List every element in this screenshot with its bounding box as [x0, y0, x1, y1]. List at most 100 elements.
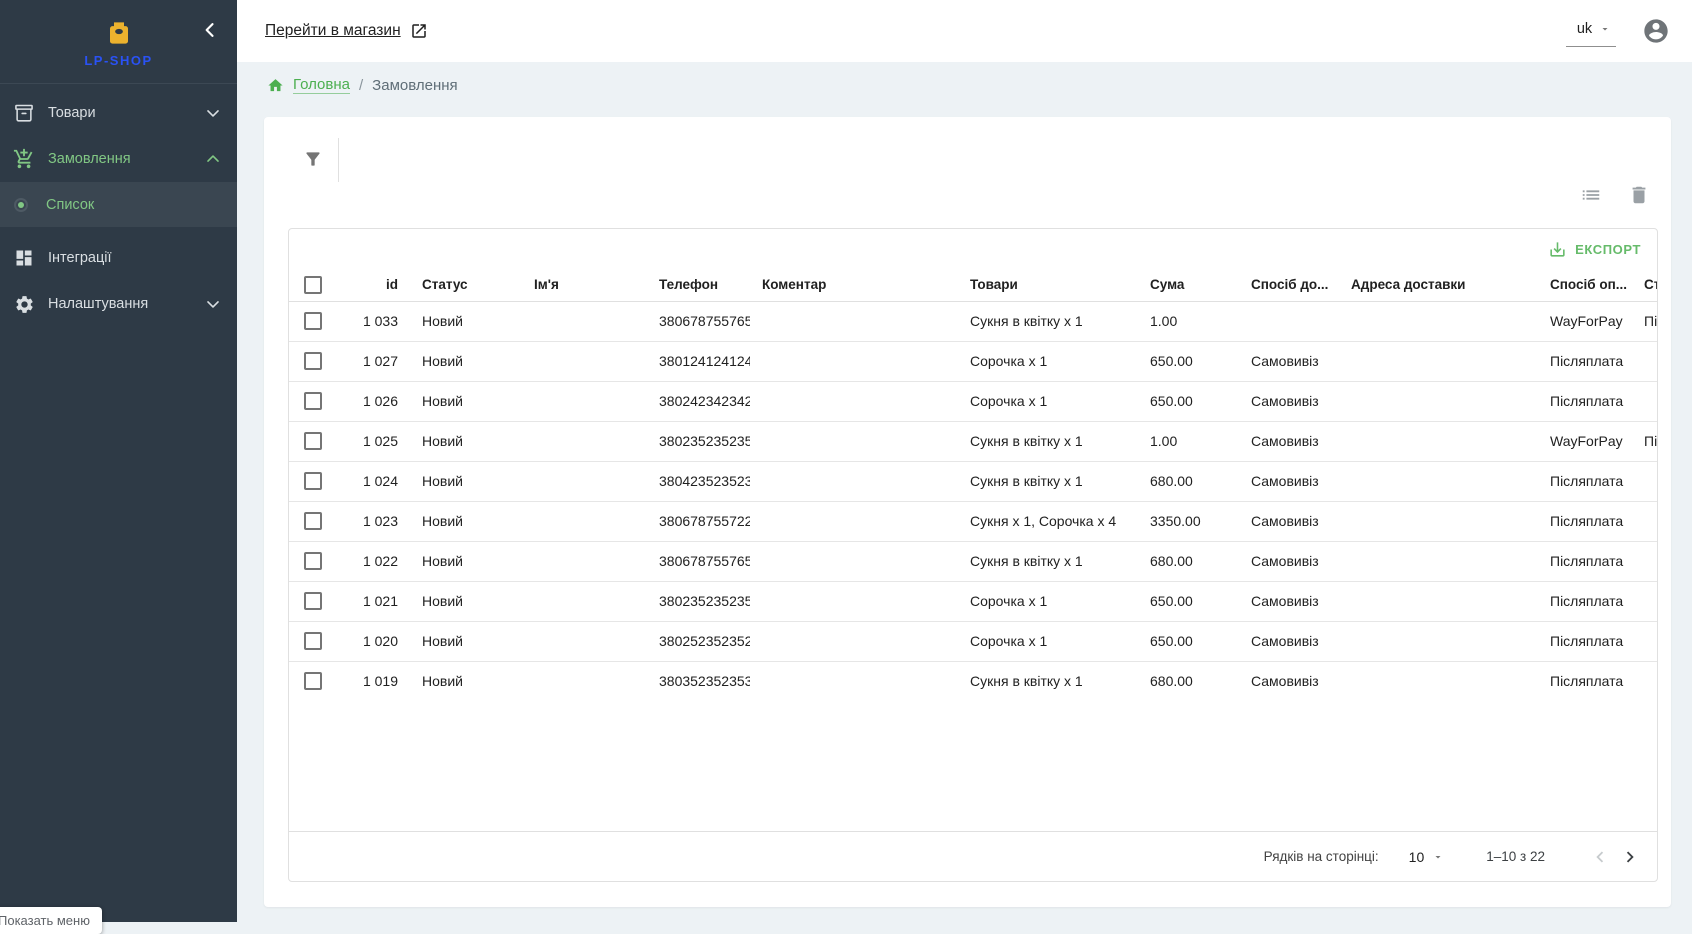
header-goods[interactable]: Товари	[958, 269, 1138, 301]
shopping-bag-logo-icon	[104, 18, 134, 48]
row-checkbox[interactable]	[304, 472, 322, 490]
cell-delivery-method: Самовивіз	[1239, 581, 1339, 621]
cell-goods: Сорочка x 1	[958, 581, 1138, 621]
table-header-row: id Статус Ім'я Телефон Коментар Товари С…	[289, 269, 1657, 301]
row-checkbox[interactable]	[304, 592, 322, 610]
collapse-sidebar-button[interactable]	[195, 15, 225, 45]
cell-delivery-address	[1339, 501, 1538, 541]
cell-goods: Сукня x 1, Сорочка x 4	[958, 501, 1138, 541]
row-checkbox[interactable]	[304, 552, 322, 570]
cell-delivery-address	[1339, 421, 1538, 461]
export-button[interactable]: ЕКСПОРТ	[1540, 236, 1649, 263]
cell-status: Новий	[410, 501, 522, 541]
sidebar-item-integrations[interactable]: Інтеграції	[0, 235, 237, 281]
chevron-down-icon	[203, 103, 223, 123]
table-row[interactable]: 1 024 Новий 380423523523 Сукня в квітку …	[289, 461, 1657, 501]
row-checkbox[interactable]	[304, 352, 322, 370]
filter-funnel-icon	[303, 149, 323, 169]
cell-comment	[750, 461, 958, 501]
filter-button[interactable]	[300, 146, 326, 172]
cell-delivery-method: Самовивіз	[1239, 341, 1339, 381]
header-delivery-address[interactable]: Адреса доставки	[1339, 269, 1538, 301]
cell-name	[522, 661, 647, 701]
content-panel: ЕКСПОРТ id	[264, 117, 1671, 907]
table-row[interactable]: 1 027 Новий 380124124124 Сорочка x 1 650…	[289, 341, 1657, 381]
table-row[interactable]: 1 022 Новий 380678755765 Сукня в квітку …	[289, 541, 1657, 581]
breadcrumb-home-link[interactable]: Головна	[293, 76, 350, 94]
sidebar-item-orders[interactable]: Замовлення	[0, 136, 237, 182]
avatar[interactable]	[1642, 17, 1670, 45]
cell-comment	[750, 621, 958, 661]
cell-id: 1 033	[337, 301, 410, 341]
header-status[interactable]: Статус	[410, 269, 522, 301]
language-select[interactable]: uk	[1566, 15, 1616, 47]
box-icon	[12, 101, 36, 125]
cell-id: 1 027	[337, 341, 410, 381]
header-id[interactable]: id	[337, 269, 410, 301]
cell-sum: 680.00	[1138, 661, 1239, 701]
cell-payment-status	[1632, 381, 1657, 421]
cell-delivery-address	[1339, 301, 1538, 341]
app-root: LP-SHOP Товари	[0, 0, 1692, 922]
table-row[interactable]: 1 021 Новий 380235235235 Сорочка x 1 650…	[289, 581, 1657, 621]
cell-delivery-address	[1339, 341, 1538, 381]
filter-divider	[338, 138, 339, 182]
cell-status: Новий	[410, 341, 522, 381]
next-page-button[interactable]	[1615, 842, 1645, 872]
cell-status: Новий	[410, 421, 522, 461]
store-link[interactable]: Перейти в магазин	[265, 22, 428, 40]
sidebar-item-products[interactable]: Товари	[0, 90, 237, 136]
cell-sum: 1.00	[1138, 301, 1239, 341]
cart-plus-icon	[12, 147, 36, 171]
list-view-button[interactable]	[1580, 184, 1602, 206]
cell-delivery-method: Самовивіз	[1239, 421, 1339, 461]
grid-icon	[12, 246, 36, 270]
person-circle-icon	[1642, 17, 1670, 45]
main-area: Перейти в магазин uk	[237, 0, 1692, 922]
rows-per-page-label: Рядків на сторінці:	[1264, 849, 1379, 864]
cell-payment-status	[1632, 501, 1657, 541]
delete-button[interactable]	[1628, 184, 1650, 206]
cell-id: 1 026	[337, 381, 410, 421]
header-payment-method[interactable]: Спосіб оп...	[1538, 269, 1632, 301]
row-checkbox[interactable]	[304, 632, 322, 650]
rows-per-page-select[interactable]: 10	[1409, 849, 1445, 865]
cell-phone: 380235235235	[647, 581, 750, 621]
cell-payment-method: Післяплата	[1538, 661, 1632, 701]
sidebar-item-orders-list[interactable]: Список	[0, 182, 237, 227]
header-sum[interactable]: Сума	[1138, 269, 1239, 301]
cell-goods: Сорочка x 1	[958, 621, 1138, 661]
header-phone[interactable]: Телефон	[647, 269, 750, 301]
cell-phone: 380242342342	[647, 381, 750, 421]
cell-goods: Сукня в квітку x 1	[958, 421, 1138, 461]
cell-delivery-address	[1339, 541, 1538, 581]
row-checkbox[interactable]	[304, 512, 322, 530]
row-checkbox[interactable]	[304, 392, 322, 410]
header-comment[interactable]: Коментар	[750, 269, 958, 301]
header-delivery-method[interactable]: Спосіб до...	[1239, 269, 1339, 301]
sidebar-item-label: Товари	[48, 105, 203, 121]
row-checkbox[interactable]	[304, 432, 322, 450]
cell-phone: 380235235235	[647, 421, 750, 461]
row-checkbox[interactable]	[304, 672, 322, 690]
orders-table: id Статус Ім'я Телефон Коментар Товари С…	[289, 269, 1657, 701]
table-row[interactable]: 1 025 Новий 380235235235 Сукня в квітку …	[289, 421, 1657, 461]
cell-sum: 3350.00	[1138, 501, 1239, 541]
select-all-checkbox[interactable]	[304, 276, 322, 294]
sidebar-item-label: Інтеграції	[48, 250, 223, 266]
table-row[interactable]: 1 020 Новий 380252352352 Сорочка x 1 650…	[289, 621, 1657, 661]
table-row[interactable]: 1 019 Новий 380352352353 Сукня в квітку …	[289, 661, 1657, 701]
cell-comment	[750, 501, 958, 541]
table-row[interactable]: 1 033 Новий 380678755765 Сукня в квітку …	[289, 301, 1657, 341]
table-row[interactable]: 1 023 Новий 380678755722 Сукня x 1, Соро…	[289, 501, 1657, 541]
cell-payment-method: Післяплата	[1538, 501, 1632, 541]
table-row[interactable]: 1 026 Новий 380242342342 Сорочка x 1 650…	[289, 381, 1657, 421]
sidebar: LP-SHOP Товари	[0, 0, 237, 922]
row-checkbox[interactable]	[304, 312, 322, 330]
show-menu-tooltip: Показать меню	[0, 907, 102, 934]
breadcrumb-separator: /	[359, 77, 363, 94]
sidebar-item-label: Замовлення	[48, 151, 203, 167]
header-name[interactable]: Ім'я	[522, 269, 647, 301]
header-payment-status[interactable]: Ст	[1632, 269, 1657, 301]
sidebar-item-settings[interactable]: Налаштування	[0, 281, 237, 327]
